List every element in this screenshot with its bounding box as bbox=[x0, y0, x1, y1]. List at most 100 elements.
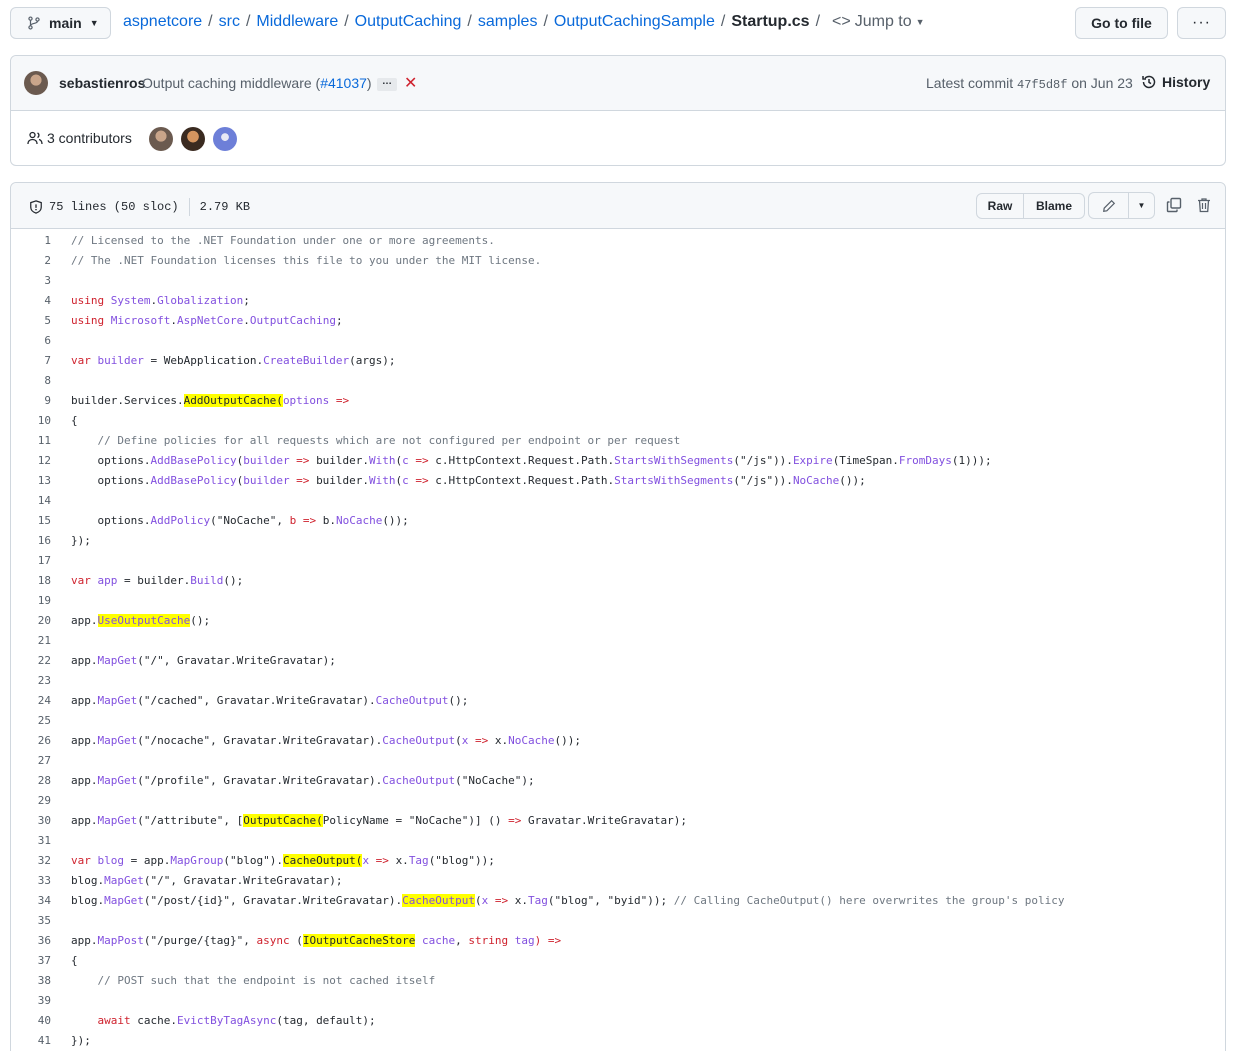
shield-icon bbox=[30, 200, 42, 214]
history-icon bbox=[1142, 75, 1156, 89]
chevron-down-icon: ▼ bbox=[915, 17, 925, 27]
contributors-link[interactable]: 3 contributors bbox=[27, 130, 132, 146]
code-line: 10{ bbox=[37, 413, 78, 427]
copy-icon[interactable] bbox=[1166, 197, 1182, 213]
chevron-down-icon: ▼ bbox=[89, 18, 99, 28]
commit-message[interactable]: Output caching middleware (#41037) bbox=[142, 75, 372, 91]
code-line: 6 bbox=[44, 333, 51, 347]
latest-commit-info: Latest commit 47f5d8f on Jun 23 bbox=[926, 75, 1133, 92]
breadcrumb-sample-link[interactable]: OutputCachingSample bbox=[554, 13, 715, 31]
code-line: 32 var blog = app.MapGroup("blog").CacheO… bbox=[37, 853, 495, 867]
contributor-avatar[interactable] bbox=[213, 127, 237, 151]
line-count: 75 lines (50 sloc) bbox=[49, 200, 179, 214]
code-line: 14 bbox=[37, 493, 51, 507]
code-line: 16}); bbox=[37, 533, 91, 547]
jump-to-label: Jump to bbox=[854, 13, 912, 30]
edit-group: ▼ bbox=[1088, 192, 1155, 219]
code-line: 20 app.UseOutputCache(); bbox=[37, 613, 211, 627]
code-line: 13 options.AddBasePolicy(builder => buil… bbox=[37, 473, 866, 487]
breadcrumb-src-link[interactable]: src bbox=[219, 13, 240, 31]
code-line: 34 blog.MapGet("/post/{id}", Gravatar.Wri… bbox=[37, 893, 1065, 907]
code-line: 18 var app = builder.Build(); bbox=[37, 573, 244, 587]
code-line: 23 bbox=[37, 673, 51, 687]
more-options-button[interactable]: ··· bbox=[1177, 7, 1226, 39]
expand-commit-message-button[interactable]: … bbox=[377, 77, 397, 91]
code-line: 7 var builder = WebApplication.CreateBuil… bbox=[44, 353, 396, 367]
highlight-ioutputcachestore: IOutputCacheStore bbox=[302, 933, 416, 947]
breadcrumb-middleware-link[interactable]: Middleware bbox=[256, 13, 338, 31]
code-line: 36 app.MapPost("/purge/{tag}", async (IOu… bbox=[37, 933, 562, 947]
code-line: 15 options.AddPolicy("NoCache", b => b.N… bbox=[37, 513, 409, 527]
code-line: 40 await cache.EvictByTagAsync(tag, defa… bbox=[37, 1013, 376, 1027]
code-line: 25 bbox=[37, 713, 51, 727]
jump-to-button[interactable]: <> Jump to ▼ bbox=[832, 13, 925, 31]
code-line: 4 using System.Globalization; bbox=[44, 293, 250, 307]
breadcrumb: aspnetcore / src / Middleware / OutputCa… bbox=[123, 13, 925, 31]
code-line: 38 // POST such that the endpoint is not… bbox=[37, 973, 436, 987]
code-line: 21 bbox=[37, 633, 51, 647]
edit-dropdown-button[interactable]: ▼ bbox=[1129, 193, 1154, 218]
code-line: 9 builder.Services.AddOutputCache(options… bbox=[44, 393, 350, 407]
code-line: 17 bbox=[37, 553, 51, 567]
highlight-addoutputcache: AddOutputCache( bbox=[183, 393, 283, 407]
breadcrumb-outputcaching-link[interactable]: OutputCaching bbox=[355, 13, 462, 31]
code-line: 30 app.MapGet("/attribute", [OutputCache(… bbox=[37, 813, 687, 827]
commit-author-link[interactable]: sebastienros bbox=[59, 75, 145, 91]
failed-status-icon[interactable]: ✕ bbox=[404, 73, 417, 93]
raw-button[interactable]: Raw bbox=[977, 194, 1024, 218]
code-line: 3 bbox=[44, 273, 51, 287]
highlight-outputcache-attribute: OutputCache( bbox=[243, 813, 323, 827]
highlight-group-cacheoutput: CacheOutput( bbox=[282, 853, 363, 867]
code-line: 26 app.MapGet("/nocache", Gravatar.WriteG… bbox=[37, 733, 582, 747]
code-icon: <> bbox=[832, 13, 851, 30]
contributors-row: 3 contributors bbox=[11, 111, 1225, 166]
branch-select-button[interactable]: main ▼ bbox=[10, 7, 111, 39]
pencil-icon bbox=[1102, 199, 1115, 212]
code-line: 1// Licensed to the .NET Foundation unde… bbox=[44, 233, 495, 247]
trash-icon[interactable] bbox=[1197, 197, 1211, 213]
go-to-file-button[interactable]: Go to file bbox=[1075, 7, 1168, 39]
file-navigation: main ▼ aspnetcore / src / Middleware / O… bbox=[10, 7, 1226, 40]
history-link[interactable]: History bbox=[1141, 74, 1210, 90]
contributor-avatar[interactable] bbox=[149, 127, 173, 151]
code-line: 33 blog.MapGet("/", Gravatar.WriteGravata… bbox=[37, 873, 343, 887]
code-line: 19 bbox=[37, 593, 51, 607]
code-line: 39 bbox=[37, 993, 51, 1007]
author-avatar[interactable] bbox=[24, 71, 48, 95]
file-info: 75 lines (50 sloc) 2.79 KB bbox=[29, 198, 250, 216]
git-branch-icon bbox=[28, 16, 40, 30]
blame-button[interactable]: Blame bbox=[1024, 194, 1084, 218]
code-line: 28 app.MapGet("/profile", Gravatar.WriteG… bbox=[37, 773, 535, 787]
file-viewer: 75 lines (50 sloc) 2.79 KB Raw Blame ▼ 1… bbox=[10, 182, 1226, 1051]
code-line: 2// The .NET Foundation licenses this fi… bbox=[44, 253, 542, 267]
commit-sha-link[interactable]: 47f5d8f bbox=[1017, 78, 1067, 92]
breadcrumb-samples-link[interactable]: samples bbox=[478, 13, 538, 31]
people-icon bbox=[27, 131, 43, 145]
chevron-down-icon: ▼ bbox=[1137, 201, 1146, 210]
code-line: 31 bbox=[37, 833, 51, 847]
code-line: 27 bbox=[37, 753, 51, 767]
breadcrumb-repo-link[interactable]: aspnetcore bbox=[123, 13, 202, 31]
code-line: 29 bbox=[37, 793, 51, 807]
latest-commit-row: sebastienros Output caching middleware (… bbox=[11, 56, 1225, 111]
highlight-useoutputcache: UseOutputCache bbox=[97, 613, 191, 627]
code-line: 22 app.MapGet("/", Gravatar.WriteGravatar… bbox=[37, 653, 336, 667]
branch-name: main bbox=[49, 15, 82, 31]
commit-box: sebastienros Output caching middleware (… bbox=[10, 55, 1226, 166]
code-line: 8 bbox=[44, 373, 51, 387]
file-header: 75 lines (50 sloc) 2.79 KB Raw Blame ▼ bbox=[11, 183, 1225, 229]
pull-request-link[interactable]: #41037 bbox=[320, 75, 367, 91]
code-line: 35 bbox=[37, 913, 51, 927]
breadcrumb-current-file: Startup.cs bbox=[731, 13, 810, 30]
code-line: 41}); bbox=[37, 1033, 91, 1047]
file-size: 2.79 KB bbox=[199, 200, 251, 214]
raw-blame-group: Raw Blame bbox=[976, 193, 1085, 219]
code-line: 24 app.MapGet("/cached", Gravatar.WriteGr… bbox=[37, 693, 469, 707]
highlight-endpoint-cacheoutput: CacheOutput bbox=[402, 893, 476, 907]
contributor-avatar[interactable] bbox=[181, 127, 205, 151]
code-listing: 1// Licensed to the .NET Foundation unde… bbox=[11, 230, 1225, 1050]
code-line: 11 // Define policies for all requests w… bbox=[37, 433, 681, 447]
edit-file-button[interactable] bbox=[1089, 193, 1129, 218]
code-line: 37{ bbox=[37, 953, 78, 967]
code-line: 5 using Microsoft.AspNetCore.OutputCachin… bbox=[44, 313, 343, 327]
